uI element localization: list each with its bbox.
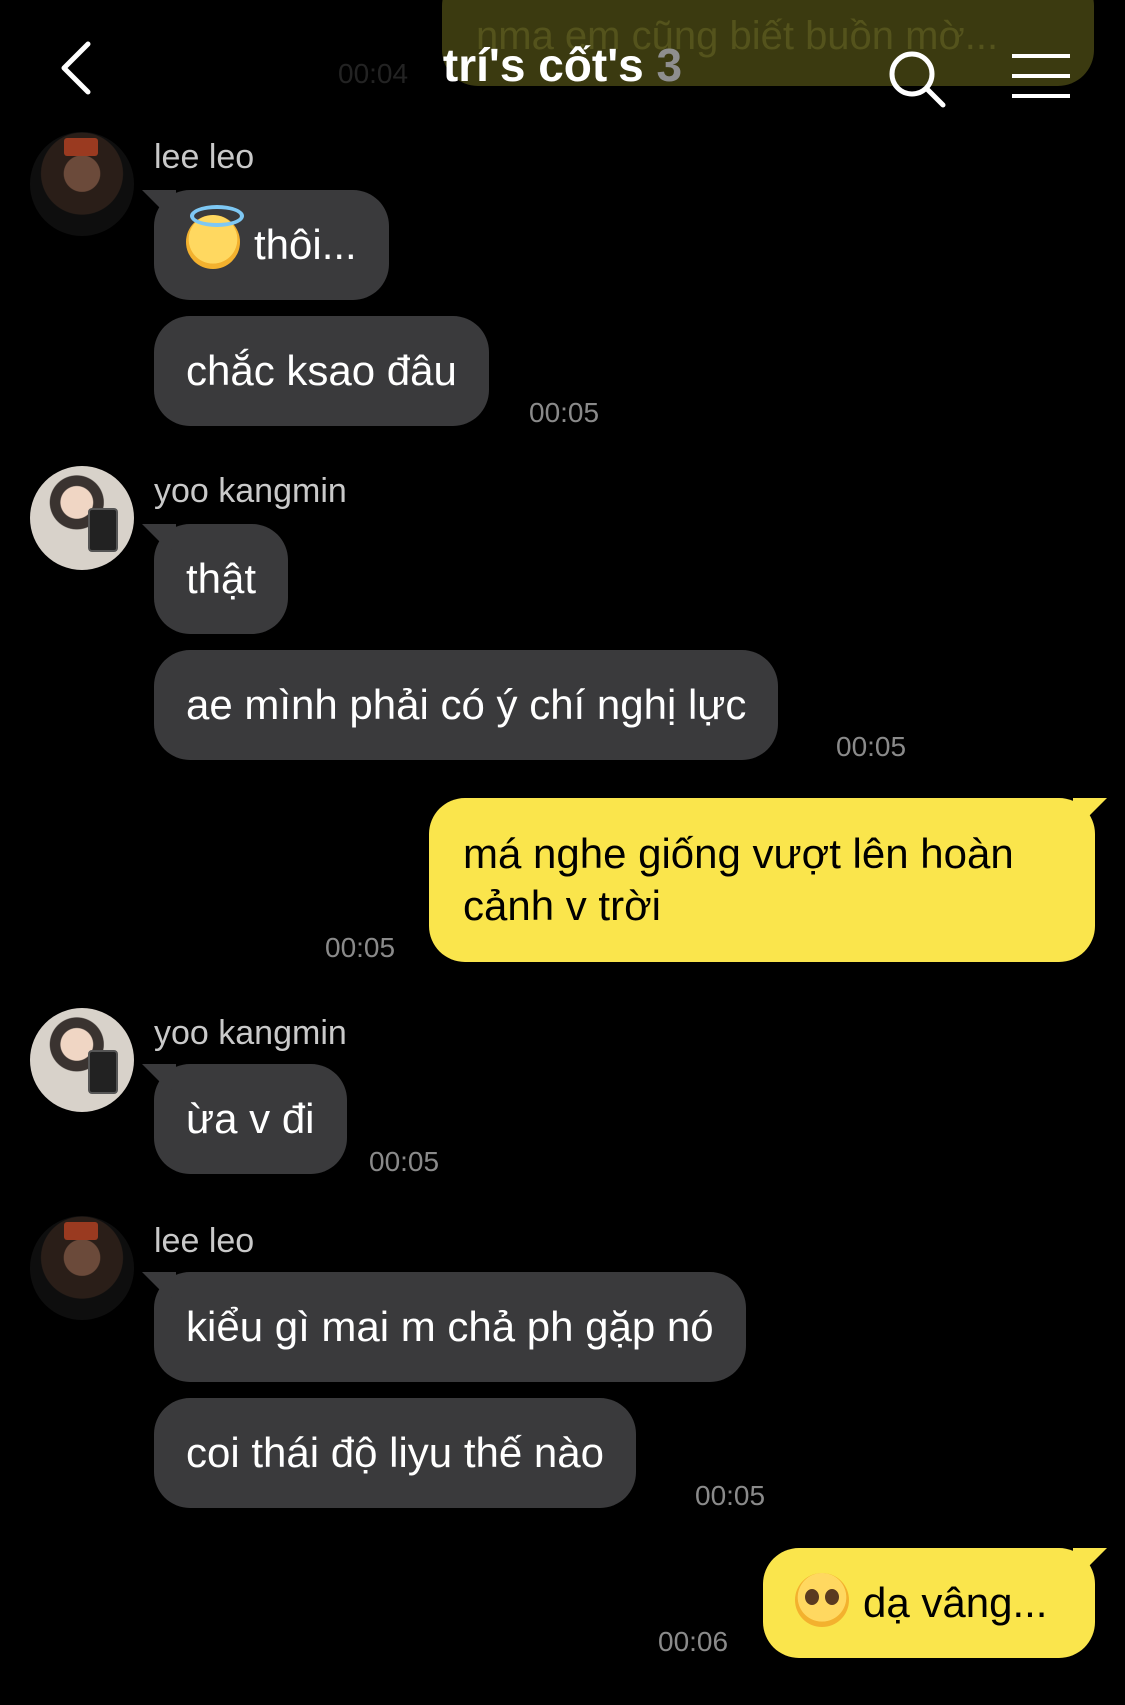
chat-header: trí's cốt's 3 bbox=[0, 0, 1125, 132]
search-icon bbox=[889, 51, 946, 108]
message-bubble[interactable]: coi thái độ liyu thế nào bbox=[154, 1398, 636, 1508]
sender-name: yoo kangmin bbox=[154, 472, 347, 510]
message-time: 00:05 bbox=[695, 1480, 766, 1511]
chat-name: trí's cốt's bbox=[442, 39, 644, 91]
message-bubble[interactable]: thôi... bbox=[154, 190, 389, 300]
message-text: thật bbox=[186, 555, 257, 602]
message-time: 00:05 bbox=[369, 1146, 440, 1177]
message-bubble[interactable]: ae mình phải có ý chí nghị lực bbox=[154, 650, 779, 760]
menu-icon bbox=[1012, 54, 1070, 98]
smiling-face-with-halo-icon bbox=[186, 205, 244, 269]
avatar-lee-leo[interactable] bbox=[30, 132, 134, 236]
message-text: kiểu gì mai m chả ph gặp nó bbox=[186, 1303, 714, 1350]
message-text: chắc ksao đâu bbox=[186, 347, 457, 394]
message-text: má nghe giống vượt lên hoàn cảnh v trời bbox=[463, 830, 1014, 929]
message-bubble[interactable]: chắc ksao đâu bbox=[154, 316, 489, 426]
message-text: thôi... bbox=[254, 221, 357, 268]
chat-title: trí's cốt's 3 bbox=[0, 38, 1125, 92]
avatar-yoo-kangmin[interactable] bbox=[30, 466, 134, 570]
sender-name: yoo kangmin bbox=[154, 1014, 347, 1052]
pleading-face-icon bbox=[795, 1573, 849, 1627]
chat-screen: nma em cũng biết buồn mờ... 00:04 trí's … bbox=[0, 0, 1125, 1705]
search-button[interactable] bbox=[886, 48, 948, 110]
message-bubble[interactable]: ừa v đi bbox=[154, 1064, 347, 1174]
sender-name: lee leo bbox=[154, 1222, 255, 1260]
message-time: 00:05 bbox=[325, 932, 396, 963]
menu-button[interactable] bbox=[1010, 52, 1072, 100]
sender-name: lee leo bbox=[154, 138, 255, 176]
message-bubble[interactable]: thật bbox=[154, 524, 289, 634]
message-time: 00:05 bbox=[529, 397, 600, 428]
message-text: dạ vâng... bbox=[863, 1579, 1048, 1626]
my-message-bubble[interactable]: dạ vâng... bbox=[763, 1548, 1095, 1658]
message-text: coi thái độ liyu thế nào bbox=[186, 1429, 604, 1476]
avatar-yoo-kangmin[interactable] bbox=[30, 1008, 134, 1112]
message-text: ae mình phải có ý chí nghị lực bbox=[186, 681, 747, 728]
message-time: 00:05 bbox=[836, 731, 907, 762]
message-bubble[interactable]: kiểu gì mai m chả ph gặp nó bbox=[154, 1272, 746, 1382]
my-message-bubble[interactable]: má nghe giống vượt lên hoàn cảnh v trời bbox=[429, 798, 1095, 962]
message-time: 00:06 bbox=[658, 1626, 729, 1657]
member-count: 3 bbox=[656, 39, 683, 91]
avatar-lee-leo[interactable] bbox=[30, 1216, 134, 1320]
message-text: ừa v đi bbox=[186, 1095, 315, 1142]
